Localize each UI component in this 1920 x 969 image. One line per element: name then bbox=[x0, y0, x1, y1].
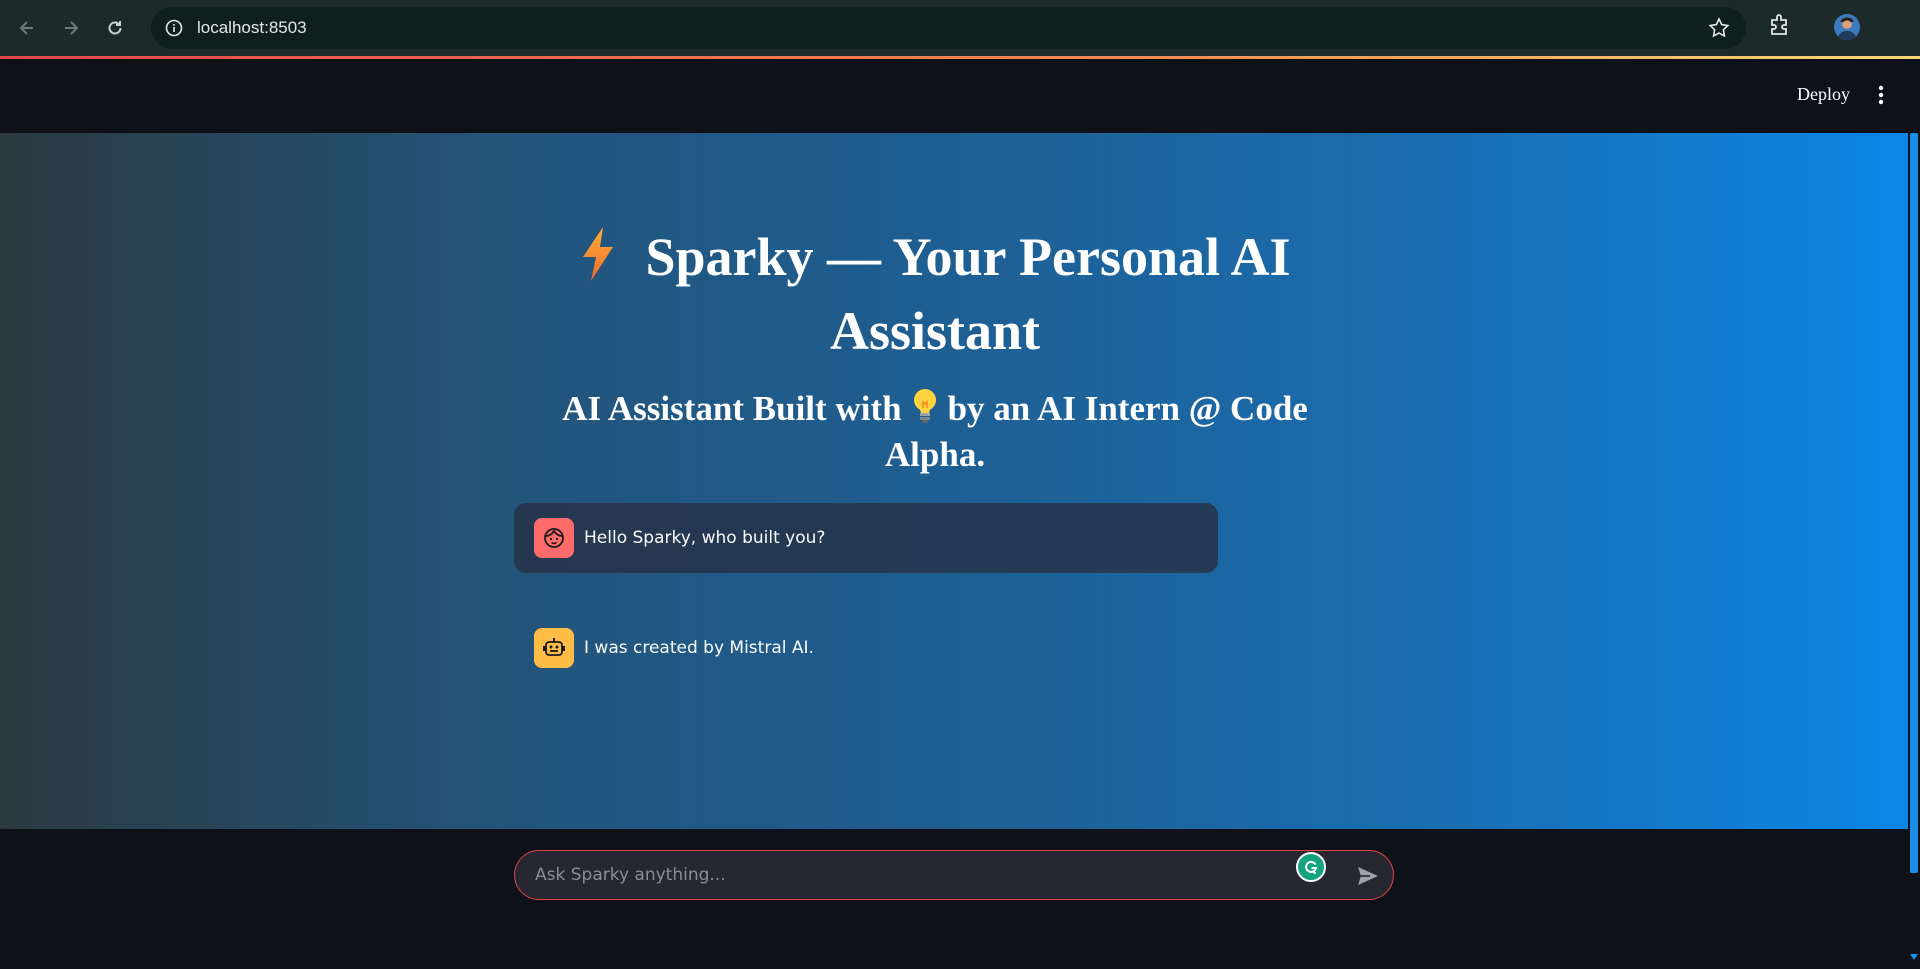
subtitle-part-1: AI Assistant Built with bbox=[562, 389, 902, 428]
page-title: Sparky — Your Personal AI Assistant bbox=[560, 223, 1310, 365]
forward-icon[interactable] bbox=[53, 10, 89, 46]
reload-icon[interactable] bbox=[97, 10, 133, 46]
chat-message-user: Hello Sparky, who built you? bbox=[514, 503, 1218, 573]
extensions-icon[interactable] bbox=[1768, 12, 1792, 43]
page-subtitle: AI Assistant Built with by an AI Intern … bbox=[540, 388, 1330, 476]
main-menu-icon[interactable] bbox=[1878, 85, 1884, 105]
subtitle-part-2: by an AI Intern @ Code bbox=[947, 389, 1308, 428]
browser-toolbar: localhost:8503 bbox=[0, 0, 1920, 56]
app-header: Deploy bbox=[0, 59, 1920, 133]
title-line-2: Assistant bbox=[829, 301, 1041, 361]
page-scrollbar[interactable] bbox=[1908, 133, 1920, 969]
assistant-message-text: I was created by Mistral AI. bbox=[584, 638, 814, 658]
profile-avatar[interactable] bbox=[1834, 14, 1860, 40]
bookmark-star-icon[interactable] bbox=[1708, 17, 1730, 44]
user-avatar-icon bbox=[534, 518, 574, 558]
deploy-button[interactable]: Deploy bbox=[1797, 84, 1850, 105]
url-text[interactable]: localhost:8503 bbox=[197, 18, 307, 38]
subtitle-line-2: Alpha. bbox=[884, 435, 986, 474]
scrollbar-thumb[interactable] bbox=[1910, 133, 1918, 873]
chat-input-container[interactable] bbox=[514, 850, 1394, 900]
send-icon[interactable] bbox=[1355, 863, 1381, 889]
address-bar[interactable]: localhost:8503 bbox=[151, 7, 1746, 49]
grammarly-icon[interactable] bbox=[1296, 852, 1326, 882]
chat-input[interactable] bbox=[535, 865, 1295, 885]
robot-avatar-icon bbox=[534, 628, 574, 668]
back-icon[interactable] bbox=[9, 10, 45, 46]
chat-message-assistant: I was created by Mistral AI. bbox=[514, 613, 1218, 683]
lightbulb-icon bbox=[912, 388, 938, 434]
site-info-icon[interactable] bbox=[163, 17, 185, 39]
chat-input-bar bbox=[0, 829, 1908, 969]
main-content: Sparky — Your Personal AI Assistant AI A… bbox=[0, 133, 1908, 829]
title-line-1: Sparky — Your Personal AI bbox=[645, 227, 1291, 287]
scroll-down-arrow-icon[interactable] bbox=[1910, 954, 1918, 960]
user-message-text: Hello Sparky, who built you? bbox=[584, 528, 826, 548]
lightning-bolt-icon bbox=[579, 227, 617, 297]
